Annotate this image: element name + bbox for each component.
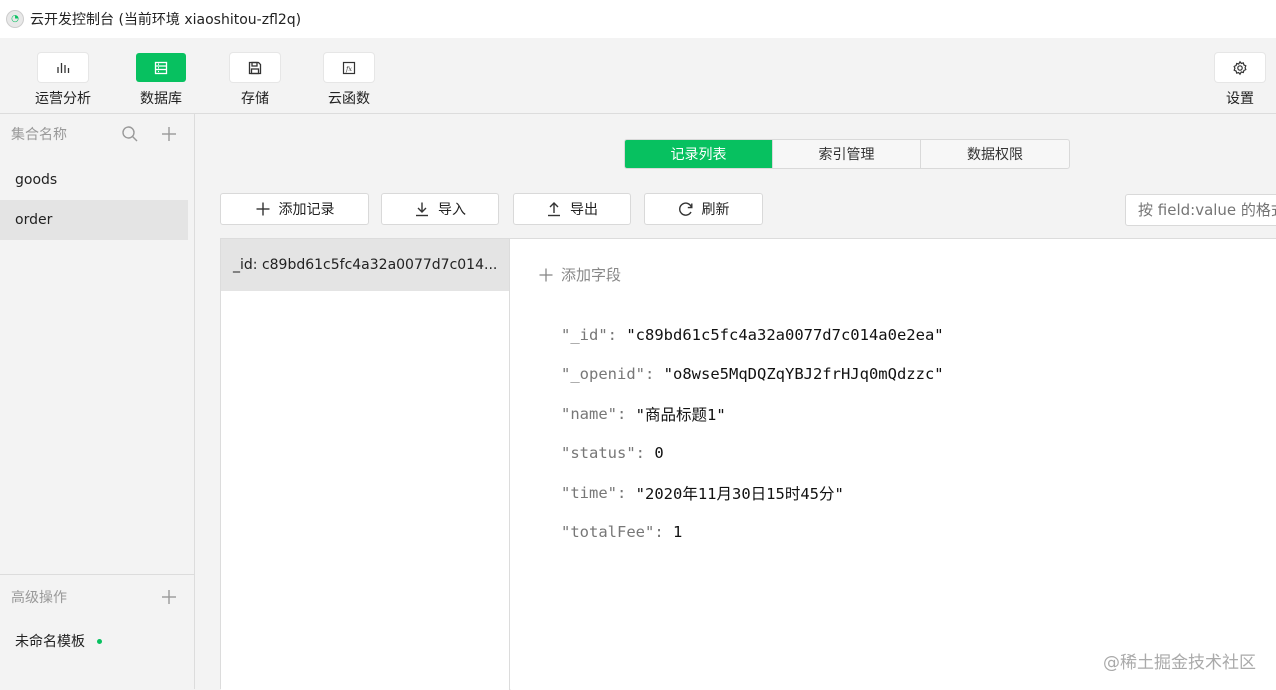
storage-icon bbox=[230, 53, 280, 82]
collections-sidebar: 集合名称 goods order 高级操作 未命名模板 bbox=[0, 114, 195, 689]
field-row[interactable]: "time": "2020年11月30日15时45分" bbox=[561, 473, 944, 513]
toolbar-database[interactable]: 数据库 bbox=[121, 53, 201, 108]
template-item[interactable]: 未命名模板 bbox=[0, 619, 194, 663]
toolbar-analytics-label: 运营分析 bbox=[35, 91, 91, 107]
export-button[interactable]: 导出 bbox=[513, 193, 631, 225]
tab-index-management[interactable]: 索引管理 bbox=[773, 140, 921, 168]
import-label: 导入 bbox=[438, 202, 466, 218]
toolbar-storage[interactable]: 存储 bbox=[215, 53, 295, 108]
toolbar-database-label: 数据库 bbox=[140, 91, 182, 107]
field-key: "_id" bbox=[561, 325, 608, 344]
add-field-button[interactable]: 添加字段 bbox=[539, 264, 621, 285]
field-row[interactable]: "name": "商品标题1" bbox=[561, 394, 944, 434]
toolbar-settings-label: 设置 bbox=[1226, 91, 1254, 107]
advanced-section: 高级操作 未命名模板 bbox=[0, 574, 194, 663]
toolbar-analytics[interactable]: 运营分析 bbox=[23, 53, 103, 108]
field-value: "2020年11月30日15时45分" bbox=[635, 484, 844, 503]
refresh-button[interactable]: 刷新 bbox=[644, 193, 763, 225]
field-key: "name" bbox=[561, 404, 617, 423]
gear-icon bbox=[1215, 53, 1265, 82]
search-input[interactable] bbox=[1125, 194, 1276, 226]
status-dot bbox=[97, 638, 102, 644]
svg-text:fx: fx bbox=[345, 65, 352, 73]
collections-header: 集合名称 bbox=[0, 114, 194, 154]
field-value: 0 bbox=[654, 444, 664, 463]
add-record-button[interactable]: 添加记录 bbox=[220, 193, 369, 225]
advanced-header-label: 高级操作 bbox=[11, 590, 67, 606]
tab-data-permissions[interactable]: 数据权限 bbox=[921, 140, 1069, 168]
refresh-label: 刷新 bbox=[701, 202, 730, 218]
template-label: 未命名模板 bbox=[15, 634, 85, 650]
record-item[interactable]: _id: c89bd61c5fc4a32a0077d7c014... bbox=[221, 239, 509, 291]
tab-record-list[interactable]: 记录列表 bbox=[625, 140, 773, 168]
plus-icon bbox=[256, 202, 269, 216]
toolbar-storage-label: 存储 bbox=[241, 91, 269, 107]
field-key: "time" bbox=[561, 483, 617, 502]
field-list: "_id": "c89bd61c5fc4a32a0077d7c014a0e2ea… bbox=[561, 315, 944, 552]
refresh-icon bbox=[678, 202, 693, 216]
add-record-label: 添加记录 bbox=[278, 202, 335, 218]
toolbar-functions-label: 云函数 bbox=[328, 91, 370, 107]
field-row[interactable]: "status": 0 bbox=[561, 434, 944, 474]
field-value: "c89bd61c5fc4a32a0077d7c014a0e2ea" bbox=[626, 325, 944, 344]
field-value: 1 bbox=[673, 523, 683, 542]
function-icon: fx bbox=[324, 53, 374, 82]
record-detail: 添加字段 "_id": "c89bd61c5fc4a32a0077d7c014a… bbox=[511, 239, 1276, 690]
add-template-icon[interactable] bbox=[159, 587, 179, 607]
watermark: @稀土掘金技术社区 bbox=[1103, 653, 1256, 673]
field-row[interactable]: "totalFee": 1 bbox=[561, 513, 944, 553]
window-title: 云开发控制台 (当前环境 xiaoshitou-zfl2q) bbox=[30, 12, 302, 28]
advanced-header: 高级操作 bbox=[0, 575, 194, 619]
add-field-label: 添加字段 bbox=[561, 266, 622, 284]
record-list: _id: c89bd61c5fc4a32a0077d7c014... bbox=[221, 239, 510, 690]
field-value: "o8wse5MqDQZqYBJ2frHJq0mQdzzc" bbox=[663, 365, 944, 384]
records-panel: _id: c89bd61c5fc4a32a0077d7c014... 添加字段 … bbox=[220, 238, 1276, 690]
field-row[interactable]: "_openid": "o8wse5MqDQZqYBJ2frHJq0mQdzzc… bbox=[561, 355, 944, 395]
field-value: "商品标题1" bbox=[635, 405, 726, 424]
toolbar-settings[interactable]: 设置 bbox=[1200, 53, 1276, 108]
import-button[interactable]: 导入 bbox=[381, 193, 499, 225]
collection-item-goods[interactable]: goods bbox=[0, 160, 188, 200]
export-label: 导出 bbox=[570, 202, 598, 218]
download-icon bbox=[416, 202, 428, 217]
upload-icon bbox=[548, 202, 560, 217]
collections-header-label: 集合名称 bbox=[11, 127, 67, 143]
main-toolbar: 运营分析 数据库 存储 fx 云函数 设置 bbox=[0, 38, 1276, 114]
toolbar-functions[interactable]: fx 云函数 bbox=[309, 53, 389, 108]
title-bar: ◔ 云开发控制台 (当前环境 xiaoshitou-zfl2q) bbox=[0, 0, 1276, 38]
view-tabs: 记录列表 索引管理 数据权限 bbox=[624, 139, 1070, 169]
wechat-logo-icon: ◔ bbox=[6, 10, 24, 28]
bar-chart-icon bbox=[38, 53, 88, 82]
field-row[interactable]: "_id": "c89bd61c5fc4a32a0077d7c014a0e2ea… bbox=[561, 315, 944, 355]
field-key: "totalFee" bbox=[561, 523, 655, 542]
field-key: "_openid" bbox=[561, 365, 645, 384]
search-icon[interactable] bbox=[120, 124, 140, 144]
field-key: "status" bbox=[561, 444, 636, 463]
collection-item-order[interactable]: order bbox=[0, 200, 188, 240]
plus-icon bbox=[539, 268, 553, 281]
add-collection-icon[interactable] bbox=[159, 124, 179, 144]
database-icon bbox=[136, 53, 186, 82]
